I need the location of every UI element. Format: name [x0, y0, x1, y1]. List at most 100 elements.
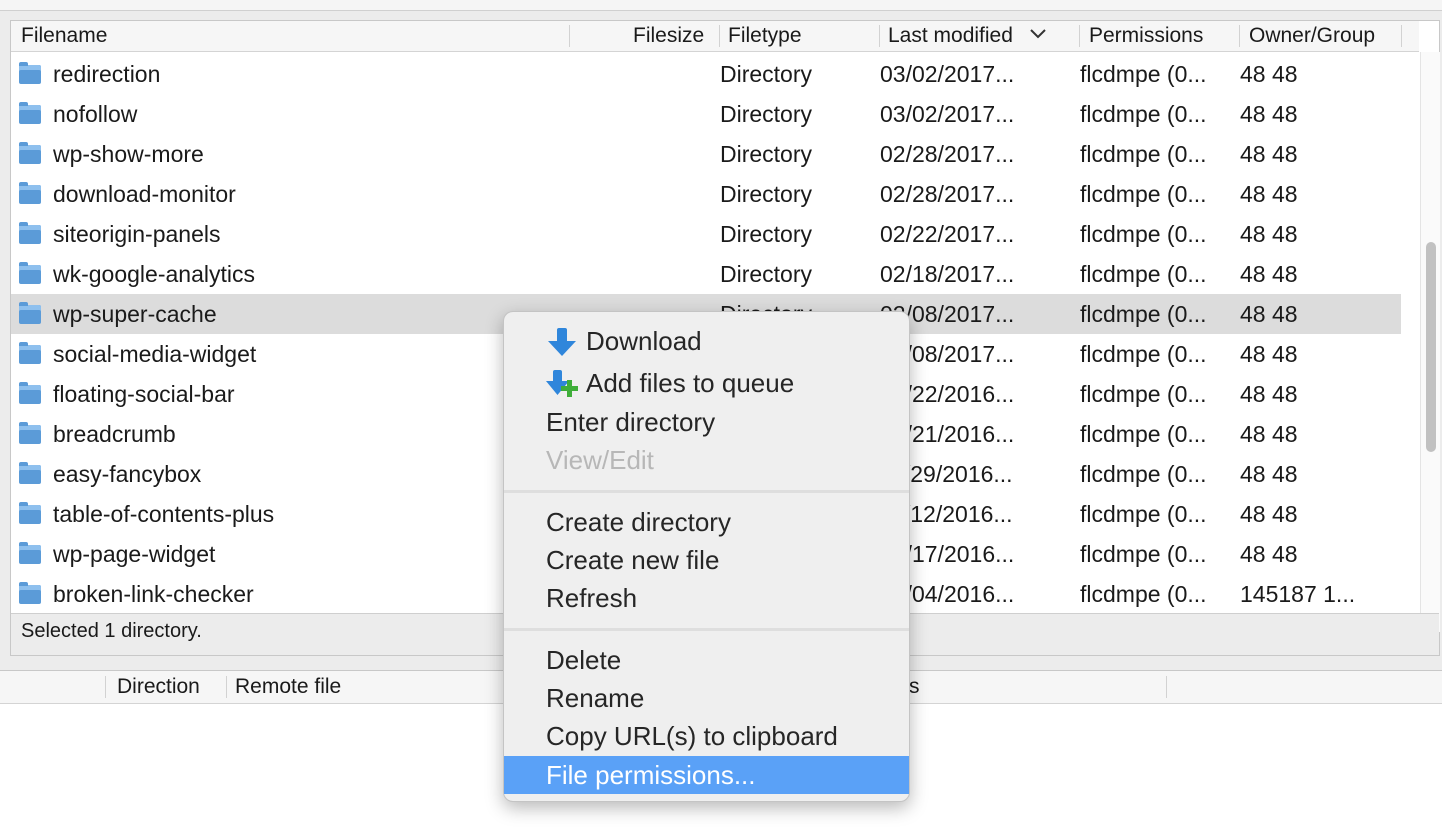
column-divider[interactable]	[1166, 676, 1167, 698]
filename-cell: table-of-contents-plus	[53, 501, 275, 527]
permissions-cell: flcdmpe (0...	[1080, 101, 1207, 127]
menu-item-delete[interactable]: Delete	[504, 641, 909, 679]
menu-item-enter-directory[interactable]: Enter directory	[504, 403, 909, 441]
folder-icon	[19, 542, 41, 564]
table-row[interactable]: siteorigin-panels Directory 02/22/2017... f…	[11, 214, 1401, 254]
permissions-cell: flcdmpe (0...	[1080, 61, 1207, 87]
last-modified-cell: 02/18/2017...	[880, 261, 1015, 287]
menu-separator	[504, 490, 909, 493]
folder-icon	[19, 462, 41, 484]
queue-column-direction[interactable]: Direction	[117, 671, 200, 703]
column-header-filename[interactable]: Filename	[21, 21, 107, 51]
menu-item-rename[interactable]: Rename	[504, 679, 909, 717]
filename-cell: broken-link-checker	[53, 581, 254, 607]
filetype-cell: Directory	[720, 181, 813, 207]
sort-descending-chevron-icon	[1030, 29, 1046, 39]
column-header-last-modified-label: Last modified	[888, 24, 1013, 47]
menu-item-create-directory[interactable]: Create directory	[504, 503, 909, 541]
owner-group-cell: 48 48	[1240, 541, 1298, 567]
filename-cell: wp-show-more	[53, 141, 204, 167]
filesize-cell	[571, 174, 711, 214]
vertical-scrollbar[interactable]	[1420, 52, 1440, 632]
filetype-cell: Directory	[720, 261, 813, 287]
permissions-cell: flcdmpe (0...	[1080, 141, 1207, 167]
context-menu: Download Add files to queue Enter direct…	[503, 311, 910, 802]
folder-icon	[19, 62, 41, 84]
scrollbar-thumb[interactable]	[1426, 242, 1436, 452]
owner-group-cell: 48 48	[1240, 341, 1298, 367]
menu-item-download[interactable]: Download	[504, 322, 909, 360]
permissions-cell: flcdmpe (0...	[1080, 261, 1207, 287]
owner-group-cell: 48 48	[1240, 461, 1298, 487]
filename-cell: download-monitor	[53, 181, 236, 207]
filename-cell: social-media-widget	[53, 341, 257, 367]
folder-icon	[19, 222, 41, 244]
permissions-cell: flcdmpe (0...	[1080, 461, 1207, 487]
column-divider[interactable]	[105, 676, 106, 698]
column-header-owner-group[interactable]: Owner/Group	[1249, 21, 1375, 51]
menu-item-download-label: Download	[586, 326, 702, 356]
folder-icon	[19, 262, 41, 284]
filesize-cell	[571, 254, 711, 294]
owner-group-cell: 48 48	[1240, 221, 1298, 247]
column-divider[interactable]	[1079, 25, 1080, 47]
permissions-cell: flcdmpe (0...	[1080, 341, 1207, 367]
filesize-cell	[571, 214, 711, 254]
menu-item-add-files-to-queue[interactable]: Add files to queue	[504, 364, 909, 402]
queue-column-remote-file[interactable]: Remote file	[235, 671, 341, 703]
filetype-cell: Directory	[720, 61, 813, 87]
column-divider[interactable]	[569, 25, 570, 47]
owner-group-cell: 48 48	[1240, 181, 1298, 207]
column-divider[interactable]	[1401, 25, 1402, 47]
menu-separator	[504, 628, 909, 631]
menu-item-file-permissions[interactable]: File permissions...	[504, 756, 909, 794]
column-header-filetype[interactable]: Filetype	[728, 21, 802, 51]
column-divider[interactable]	[719, 25, 720, 47]
folder-icon	[19, 422, 41, 444]
menu-item-copy-url[interactable]: Copy URL(s) to clipboard	[504, 717, 909, 755]
table-row[interactable]: wk-google-analytics Directory 02/18/2017..…	[11, 254, 1401, 294]
filename-cell: wp-super-cache	[53, 301, 217, 327]
download-arrow-icon	[548, 328, 576, 356]
permissions-cell: flcdmpe (0...	[1080, 581, 1207, 607]
folder-icon	[19, 182, 41, 204]
filesize-cell	[571, 54, 711, 94]
owner-group-cell: 48 48	[1240, 421, 1298, 447]
selection-status-text: Selected 1 directory.	[21, 620, 202, 642]
last-modified-cell: 02/28/2017...	[880, 141, 1015, 167]
permissions-cell: flcdmpe (0...	[1080, 301, 1207, 327]
column-header-filesize[interactable]: Filesize	[633, 21, 704, 51]
folder-icon	[19, 302, 41, 324]
owner-group-cell: 48 48	[1240, 381, 1298, 407]
owner-group-cell: 48 48	[1240, 261, 1298, 287]
owner-group-cell: 48 48	[1240, 501, 1298, 527]
column-divider[interactable]	[879, 25, 880, 47]
permissions-cell: flcdmpe (0...	[1080, 381, 1207, 407]
table-row[interactable]: redirection Directory 03/02/2017... flcdmpe…	[11, 54, 1401, 94]
table-row[interactable]: download-monitor Directory 02/28/2017... fl…	[11, 174, 1401, 214]
permissions-cell: flcdmpe (0...	[1080, 501, 1207, 527]
column-divider[interactable]	[226, 676, 227, 698]
filename-cell: wp-page-widget	[53, 541, 216, 567]
add-to-queue-icon	[546, 370, 578, 397]
column-header-permissions[interactable]: Permissions	[1089, 21, 1203, 51]
column-header-last-modified[interactable]: Last modified	[888, 21, 1047, 51]
filename-cell: wk-google-analytics	[53, 261, 255, 287]
column-divider[interactable]	[1239, 25, 1240, 47]
owner-group-cell: 48 48	[1240, 101, 1298, 127]
table-row[interactable]: nofollow Directory 03/02/2017... flcdmpe (0…	[11, 94, 1401, 134]
owner-group-cell: 145187 1...	[1240, 581, 1356, 607]
menu-item-refresh[interactable]: Refresh	[504, 579, 909, 617]
folder-icon	[19, 102, 41, 124]
filetype-cell: Directory	[720, 141, 813, 167]
last-modified-cell: 03/02/2017...	[880, 101, 1015, 127]
table-row[interactable]: wp-show-more Directory 02/28/2017... flcdmp…	[11, 134, 1401, 174]
menu-item-create-new-file[interactable]: Create new file	[504, 541, 909, 579]
filename-cell: breadcrumb	[53, 421, 176, 447]
filename-cell: nofollow	[53, 101, 138, 127]
filename-cell: siteorigin-panels	[53, 221, 221, 247]
folder-icon	[19, 342, 41, 364]
owner-group-cell: 48 48	[1240, 141, 1298, 167]
file-list-header: Filename Filesize Filetype Last modified…	[11, 21, 1419, 52]
menu-item-view-edit: View/Edit	[546, 445, 654, 475]
